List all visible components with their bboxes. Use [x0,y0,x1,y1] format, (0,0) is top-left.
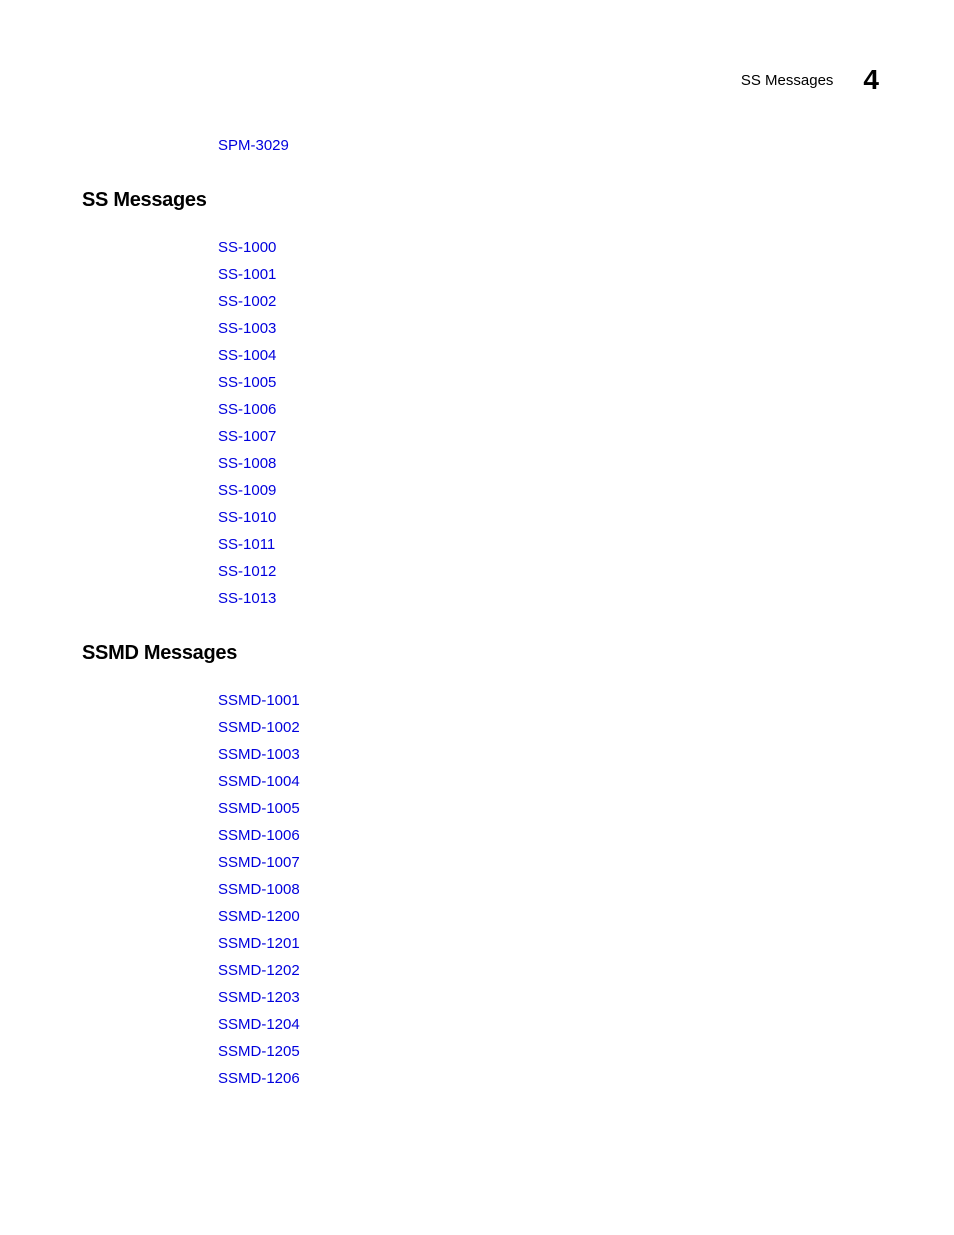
message-link[interactable]: SSMD-1006 [218,822,879,849]
content-area: SPM-3029 SS MessagesSS-1000SS-1001SS-100… [82,132,879,1092]
message-link[interactable]: SS-1001 [218,261,879,288]
message-link[interactable]: SSMD-1204 [218,1011,879,1038]
message-link[interactable]: SS-1008 [218,450,879,477]
message-link[interactable]: SSMD-1200 [218,903,879,930]
message-link[interactable]: SPM-3029 [218,132,879,159]
pre-link-list: SPM-3029 [218,132,879,159]
message-link[interactable]: SS-1012 [218,558,879,585]
chapter-number: 4 [863,64,879,96]
message-link[interactable]: SSMD-1003 [218,741,879,768]
message-link[interactable]: SS-1006 [218,396,879,423]
header-title: SS Messages [741,72,834,89]
message-link[interactable]: SSMD-1005 [218,795,879,822]
message-link[interactable]: SS-1013 [218,585,879,612]
page-header: SS Messages 4 [741,64,879,96]
link-list: SS-1000SS-1001SS-1002SS-1003SS-1004SS-10… [218,234,879,612]
message-link[interactable]: SSMD-1206 [218,1065,879,1092]
message-link[interactable]: SSMD-1205 [218,1038,879,1065]
message-link[interactable]: SSMD-1008 [218,876,879,903]
message-link[interactable]: SS-1004 [218,342,879,369]
message-link[interactable]: SSMD-1007 [218,849,879,876]
message-link[interactable]: SSMD-1002 [218,714,879,741]
section-heading: SS Messages [82,189,879,212]
message-link[interactable]: SSMD-1004 [218,768,879,795]
message-link[interactable]: SS-1005 [218,369,879,396]
message-link[interactable]: SS-1009 [218,477,879,504]
message-link[interactable]: SS-1010 [218,504,879,531]
message-link[interactable]: SSMD-1203 [218,984,879,1011]
section-heading: SSMD Messages [82,642,879,665]
message-link[interactable]: SS-1007 [218,423,879,450]
message-link[interactable]: SS-1011 [218,531,879,558]
message-link[interactable]: SSMD-1201 [218,930,879,957]
message-link[interactable]: SS-1003 [218,315,879,342]
message-link[interactable]: SSMD-1202 [218,957,879,984]
message-link[interactable]: SS-1002 [218,288,879,315]
link-list: SSMD-1001SSMD-1002SSMD-1003SSMD-1004SSMD… [218,687,879,1092]
message-link[interactable]: SSMD-1001 [218,687,879,714]
message-link[interactable]: SS-1000 [218,234,879,261]
